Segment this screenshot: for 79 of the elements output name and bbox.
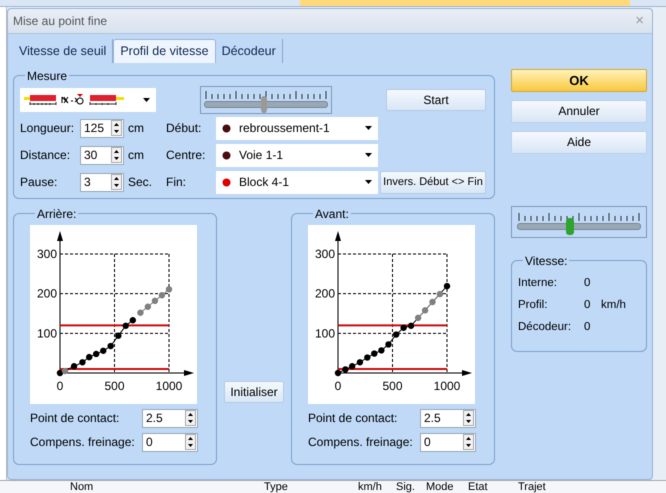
group-title: Arrière: [36, 206, 78, 221]
spinner-arrows-icon[interactable] [111, 147, 122, 164]
spin-field[interactable]: 125 [80, 118, 124, 138]
slider-thumb[interactable] [260, 96, 267, 114]
field-label: Point de contact: [30, 411, 120, 426]
axis-label: 1000 [434, 378, 460, 393]
window-title: Mise au point fine [13, 14, 108, 28]
dialog-button[interactable]: OK [511, 68, 647, 92]
axis-label: 0 [334, 378, 342, 393]
field-label: Compens. freinage: [30, 435, 135, 450]
field-label: Centre: [166, 148, 206, 162]
tab[interactable]: Décodeur [216, 38, 283, 63]
axis-label: 100 [36, 326, 57, 340]
spin-field[interactable]: 0 [420, 432, 476, 452]
speed-value: 0 [584, 276, 592, 289]
axis-label: 500 [104, 378, 125, 393]
spin-field[interactable]: 0 [142, 432, 198, 452]
caret-icon [365, 126, 372, 130]
mode-dropdown[interactable] [20, 88, 156, 112]
field-label: Début: [166, 121, 202, 136]
column-header[interactable]: Etat [468, 481, 518, 493]
speed-label: Décodeur: [518, 320, 572, 333]
field-label: Longueur: [20, 121, 76, 136]
spinner-arrows-icon[interactable] [463, 434, 474, 450]
column-header[interactable]: Type [264, 481, 358, 493]
field-label: Distance: [20, 148, 72, 162]
column-header[interactable]: Trajet [518, 481, 550, 493]
unit-label: cm [127, 121, 145, 136]
unit-label: Sec. [127, 175, 154, 190]
swap-button[interactable]: Invers. Début <> Fin [380, 170, 486, 194]
axis-label: 0 [56, 378, 64, 393]
spinner-arrows-icon[interactable] [463, 410, 474, 426]
spin-field[interactable]: 2.5 [420, 408, 476, 428]
axis-label: 200 [314, 286, 335, 301]
unit-label: cm [127, 148, 145, 162]
field-label: Point de contact: [308, 411, 398, 426]
slider-thumb[interactable] [566, 218, 574, 236]
caret-icon [143, 98, 150, 102]
column-header[interactable]: km/h [358, 481, 396, 493]
data-point [115, 332, 122, 339]
spinner-arrows-icon[interactable] [111, 120, 122, 136]
unit-label: km/h [601, 298, 626, 311]
spinner-arrows-icon[interactable] [185, 410, 196, 426]
field-label: Fin: [166, 175, 188, 190]
speed-label: Interne: [518, 276, 558, 289]
speed-value: 0 [584, 320, 592, 333]
column-header[interactable]: Mode [426, 481, 468, 493]
spin-field[interactable]: 2.5 [142, 408, 198, 428]
spin-field[interactable]: 30 [80, 146, 124, 165]
axis-label: 300 [314, 246, 335, 261]
spinner-arrows-icon[interactable] [185, 434, 196, 450]
data-point [70, 363, 78, 370]
group-title: Avant: [314, 206, 350, 221]
field-label: Pause: [20, 175, 58, 190]
axis-label: 300 [36, 246, 57, 261]
speed-label: Profil: [518, 298, 548, 311]
group-title: Mesure [26, 68, 68, 83]
caret-icon [365, 180, 372, 184]
block-dropdown[interactable]: Block 4-1 [216, 170, 378, 194]
group-title: Vitesse: [524, 254, 568, 268]
block-dropdown[interactable]: rebroussement-1 [216, 116, 378, 140]
axis-label: 1000 [156, 378, 182, 393]
block-dropdown[interactable]: Voie 1-1 [216, 144, 378, 167]
caret-icon [365, 153, 372, 158]
spin-field[interactable]: 3 [80, 172, 124, 192]
dialog-button[interactable]: Annuler [511, 100, 647, 123]
profile-line [140, 288, 170, 314]
axis-label: 500 [382, 378, 403, 393]
spinner-arrows-icon[interactable] [111, 174, 122, 190]
dialog-button[interactable]: Aide [511, 130, 647, 154]
axis-label: 100 [314, 326, 335, 340]
tab[interactable]: Profil de vitesse [113, 38, 216, 63]
start-button[interactable]: Start [386, 88, 486, 111]
axis-label: 200 [36, 286, 57, 301]
field-label: Compens. freinage: [308, 435, 413, 450]
speed-value: 0 [584, 298, 592, 311]
reset-button[interactable]: Initialiser [224, 380, 284, 403]
column-header[interactable]: Nom [70, 481, 264, 493]
column-header[interactable]: Sig. [396, 481, 426, 493]
